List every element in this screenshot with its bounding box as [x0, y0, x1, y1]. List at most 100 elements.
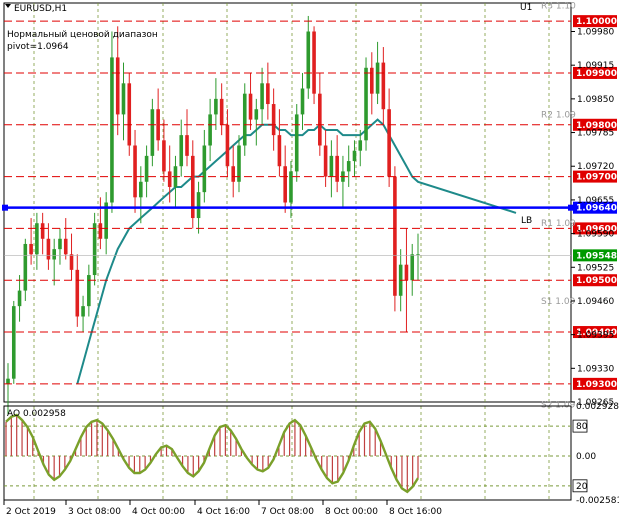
- candle-body: [312, 31, 316, 94]
- candle-body: [58, 238, 62, 250]
- candle-body: [121, 83, 126, 115]
- candle-body: [156, 109, 160, 141]
- oscillator-tick-label: -0.002581: [576, 496, 619, 506]
- candle-body: [364, 67, 368, 141]
- window-menu-triangle-icon[interactable]: [5, 4, 11, 8]
- candle-body: [300, 88, 305, 115]
- candle-body: [375, 62, 380, 94]
- candles-layer: [6, 15, 420, 415]
- oscillator-panel: AO 0.002958 0.002928 80 0.00 20 -0.002581: [3, 402, 619, 506]
- candle-body: [323, 145, 328, 177]
- candle-body: [404, 264, 409, 281]
- price-tick-label: 1.09915: [577, 61, 614, 71]
- candle-body: [150, 109, 155, 156]
- candle-body: [11, 306, 16, 379]
- price-tick-label: 1.09590: [577, 230, 614, 240]
- candle-body: [318, 93, 322, 146]
- time-tick-label: 3 Oct 08:00: [68, 507, 121, 517]
- candle-body: [167, 171, 172, 187]
- candle-body: [208, 114, 212, 146]
- candle-body: [144, 155, 149, 182]
- price-level-label: 1.09500: [576, 276, 617, 286]
- pivot-level-label: S1 1.09: [541, 297, 576, 307]
- time-tick-label: 4 Oct 16:00: [197, 507, 250, 517]
- candle-body: [283, 166, 287, 203]
- candle-body: [294, 114, 299, 172]
- chart-canvas: 1.100001.099001.098001.097001.096401.096…: [2, 2, 619, 517]
- pivot-level-label: R3 1.10: [541, 2, 576, 12]
- candle-body: [214, 98, 218, 115]
- candle-body: [329, 155, 334, 177]
- candle-body: [277, 135, 282, 167]
- price-tick-label: 1.09850: [577, 95, 614, 105]
- time-tick-label: 4 Oct 00:00: [132, 507, 185, 517]
- candle-body: [52, 249, 56, 260]
- price-tick-label: 1.09460: [577, 297, 614, 307]
- price-level-label: 1.10000: [576, 17, 617, 27]
- candle-body: [370, 67, 374, 94]
- candle-body: [266, 83, 270, 105]
- oscillator-tick-label: 0.002928: [576, 402, 619, 412]
- oscillator-tick-label: 0.00: [576, 452, 596, 462]
- candle-body: [196, 192, 201, 219]
- candle-body: [98, 223, 103, 239]
- time-tick-label: 7 Oct 08:00: [261, 507, 314, 517]
- time-axis: 2 Oct 2019 3 Oct 08:00 4 Oct 00:00 4 Oct 16…: [3, 500, 442, 517]
- oscillator-label: AO 0.002958: [7, 409, 66, 419]
- price-tick-label: 1.09720: [577, 162, 614, 172]
- candle-body: [381, 62, 386, 110]
- price-tick-label: 1.09330: [577, 364, 614, 374]
- candle-body: [63, 238, 68, 255]
- candle-body: [202, 145, 207, 193]
- candle-body: [289, 171, 293, 203]
- candle-body: [92, 223, 97, 276]
- candle-body: [75, 269, 80, 317]
- candle-body: [306, 31, 311, 89]
- oscillator-tick-label: 80: [576, 422, 588, 432]
- price-tick-label: 1.09655: [577, 196, 614, 206]
- candle-body: [242, 93, 247, 146]
- candle-body: [346, 161, 351, 172]
- candle-body: [133, 145, 137, 198]
- oscillator-tick-label: 20: [576, 482, 588, 492]
- candle-body: [110, 57, 114, 203]
- pivot-note: pivot=1.0964: [7, 42, 69, 52]
- candle-body: [6, 378, 10, 384]
- candle-body: [393, 176, 397, 296]
- candle-body: [387, 109, 391, 177]
- time-tick-label: 8 Oct 16:00: [389, 507, 442, 517]
- candle-body: [23, 243, 28, 291]
- u1-label: U1: [520, 3, 532, 13]
- price-tick-label: 1.09525: [577, 263, 614, 273]
- symbol-title: EURUSD,H1: [14, 4, 67, 14]
- candle-body: [46, 238, 51, 260]
- candle-body: [29, 243, 33, 255]
- candle-body: [81, 306, 85, 317]
- time-tick-label: 8 Oct 00:00: [325, 507, 378, 517]
- price-level-label: 1.09300: [576, 380, 617, 390]
- price-axis: 1.09980 1.09915 1.09850 1.09785 1.09720 1.096…: [571, 28, 614, 408]
- candle-body: [358, 140, 363, 151]
- candle-body: [271, 104, 276, 136]
- candle-body: [162, 140, 166, 172]
- candle-body: [17, 290, 22, 307]
- pivot-level-label: R1 1.09: [541, 219, 576, 229]
- range-note: Нормальный ценовой диапазон: [7, 30, 158, 40]
- candle-body: [254, 109, 259, 120]
- candle-body: [260, 83, 264, 110]
- candle-body: [352, 150, 357, 162]
- price-level-label: 1.09700: [576, 173, 617, 183]
- lb-label: LB: [521, 216, 532, 226]
- candle-body: [115, 57, 120, 115]
- candle-body: [139, 181, 143, 198]
- candle-body: [219, 98, 224, 125]
- candle-body: [35, 223, 39, 255]
- candle-body: [335, 155, 339, 182]
- time-tick-label: 2 Oct 2019: [6, 507, 56, 517]
- candle-body: [40, 223, 45, 239]
- candle-body: [410, 254, 415, 281]
- candle-body: [87, 275, 91, 307]
- candle-body: [225, 124, 230, 167]
- price-tick-label: 1.09785: [577, 129, 614, 139]
- candle-body: [248, 93, 253, 120]
